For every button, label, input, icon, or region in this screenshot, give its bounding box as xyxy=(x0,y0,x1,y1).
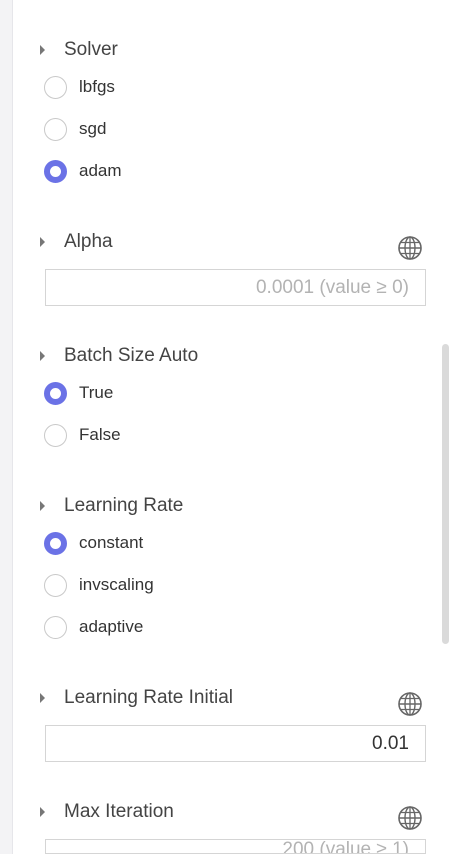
alpha-header[interactable]: Alpha xyxy=(40,230,113,254)
caret-right-icon xyxy=(40,693,45,703)
radio-button[interactable] xyxy=(44,117,67,141)
left-gutter xyxy=(0,0,13,854)
scrollbar-thumb[interactable] xyxy=(442,344,449,644)
max-iteration-header[interactable]: Max Iteration xyxy=(40,800,174,824)
solver-header[interactable]: Solver xyxy=(40,38,118,62)
scrollbar-track[interactable] xyxy=(441,0,449,854)
caret-right-icon xyxy=(40,45,45,55)
caret-right-icon xyxy=(40,807,45,817)
radio-option-adaptive[interactable]: adaptive xyxy=(44,613,143,641)
radio-option-false[interactable]: False xyxy=(44,421,121,449)
radio-label: adaptive xyxy=(79,617,144,636)
section-title: Batch Size Auto xyxy=(64,345,199,366)
radio-button[interactable] xyxy=(44,573,67,597)
radio-option-constant[interactable]: constant xyxy=(44,529,143,557)
section-title: Max Iteration xyxy=(64,801,174,822)
radio-label: sgd xyxy=(79,119,107,138)
caret-right-icon xyxy=(40,237,45,247)
batch-size-auto-header[interactable]: Batch Size Auto xyxy=(40,344,198,368)
radio-option-adam[interactable]: adam xyxy=(44,157,122,185)
radio-button-selected[interactable] xyxy=(44,159,67,183)
radio-label: invscaling xyxy=(79,575,154,594)
globe-icon[interactable] xyxy=(397,691,423,717)
learning-rate-initial-input[interactable] xyxy=(45,725,426,762)
max-iteration-input[interactable] xyxy=(45,839,426,854)
caret-right-icon xyxy=(40,351,45,361)
learning-rate-header[interactable]: Learning Rate xyxy=(40,494,183,518)
globe-icon[interactable] xyxy=(397,235,423,261)
section-title: Alpha xyxy=(64,231,113,252)
radio-label: adam xyxy=(79,161,122,180)
radio-button-selected[interactable] xyxy=(44,381,67,405)
caret-right-icon xyxy=(40,501,45,511)
alpha-input[interactable] xyxy=(45,269,426,306)
radio-option-true[interactable]: True xyxy=(44,379,113,407)
radio-label: constant xyxy=(79,533,144,552)
learning-rate-initial-header[interactable]: Learning Rate Initial xyxy=(40,686,233,710)
globe-icon[interactable] xyxy=(397,805,423,831)
radio-button[interactable] xyxy=(44,615,67,639)
section-title: Learning Rate Initial xyxy=(64,687,233,708)
section-title: Learning Rate xyxy=(64,495,184,516)
radio-button[interactable] xyxy=(44,423,67,447)
radio-label: True xyxy=(79,383,114,402)
radio-button[interactable] xyxy=(44,75,67,99)
radio-button-selected[interactable] xyxy=(44,531,67,555)
radio-option-sgd[interactable]: sgd xyxy=(44,115,106,143)
radio-label: lbfgs xyxy=(79,77,115,96)
section-title: Solver xyxy=(64,39,118,60)
radio-label: False xyxy=(79,425,121,444)
radio-option-invscaling[interactable]: invscaling xyxy=(44,571,154,599)
radio-option-lbfgs[interactable]: lbfgs xyxy=(44,73,115,101)
